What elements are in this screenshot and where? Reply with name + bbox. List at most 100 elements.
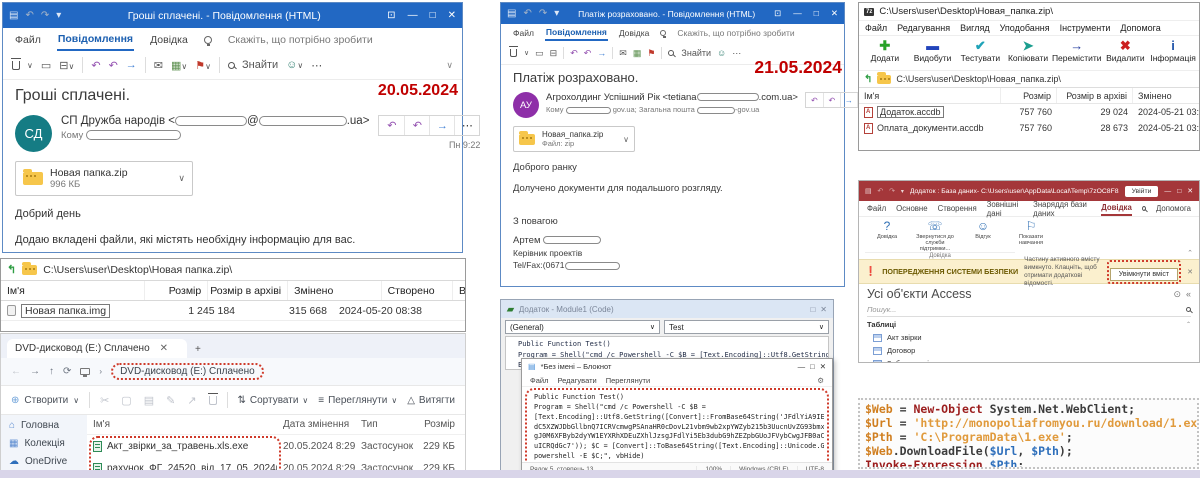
attachment-card[interactable]: Новая папка.zip 996 КБ ∨	[15, 161, 193, 196]
delete-dropdown-icon[interactable]: ∨	[27, 61, 33, 70]
maximize-icon[interactable]: □	[1177, 188, 1181, 195]
maximize-icon[interactable]: □	[810, 305, 815, 314]
title-bar[interactable]: ▤ ↶ ↷ ▾ Гроші сплачені. - Повідомлення (…	[3, 3, 462, 28]
test-button[interactable]: ✔Тестувати	[956, 38, 1004, 63]
tab-file[interactable]: Файл	[15, 34, 41, 46]
menu-view[interactable]: Вигляд	[960, 23, 990, 33]
maximize-icon[interactable]: □	[810, 362, 815, 371]
reply-all-icon[interactable]: ↶	[109, 59, 118, 72]
up-icon[interactable]: ↑	[49, 366, 54, 377]
copy-button[interactable]: ➤Копіювати	[1004, 38, 1052, 63]
mail-icon[interactable]: ✉	[619, 48, 627, 59]
reply-all-icon[interactable]: ↶	[823, 93, 840, 107]
title-bar[interactable]: ▤↶↷▾ Платіж розраховано. - Повідомлення …	[501, 3, 844, 24]
people-icon[interactable]: ☺	[717, 48, 726, 58]
sidebar-item-home[interactable]: ⌂Головна	[9, 420, 87, 431]
close-icon[interactable]: ✕	[820, 305, 827, 314]
close-icon[interactable]: ✕	[448, 10, 456, 21]
minimize-icon[interactable]: —	[793, 8, 802, 19]
sidebar-item-onedrive[interactable]: ☁OneDrive	[9, 456, 87, 467]
reply-all-icon[interactable]: ↶	[584, 48, 592, 59]
attachment-card[interactable]: Новая_папка.zip Файл: zip ∨	[513, 126, 635, 152]
reply-icon[interactable]: ↶	[91, 59, 100, 72]
find-label[interactable]: Знайти	[681, 48, 711, 58]
flag-icon[interactable]: ⚑	[647, 48, 655, 59]
menu-edit[interactable]: Редагувати	[557, 376, 596, 385]
tab-database-tools[interactable]: Знаряддя бази даних	[1033, 200, 1091, 218]
col-size[interactable]: Розмір	[145, 281, 208, 300]
minimize-icon[interactable]: —	[1164, 188, 1171, 195]
address-path[interactable]: DVD-дисковод (Е:) Сплачено	[111, 363, 264, 380]
attachment-dropdown-icon[interactable]: ∨	[178, 173, 185, 184]
view-button[interactable]: ≡Переглянути∨	[318, 395, 397, 406]
quicksteps-icon[interactable]: ▦∨	[171, 59, 187, 72]
tab-home[interactable]: Основне	[896, 204, 927, 213]
extract-button[interactable]: ▬Видобути	[909, 38, 957, 63]
minimize-icon[interactable]: —	[798, 362, 806, 371]
table-row[interactable]: Додаток.accdb 757 760 29 024 2024-05-21 …	[859, 104, 1199, 120]
group-expand-icon[interactable]: ⌃	[1186, 321, 1191, 328]
mail-icon[interactable]: ✉	[154, 59, 163, 72]
qat-customize-icon[interactable]: ▾	[56, 10, 61, 21]
collapse-ribbon-icon[interactable]: ∨	[446, 60, 453, 71]
quicksteps-icon[interactable]: ▦	[633, 48, 642, 59]
forward-icon[interactable]: →	[597, 48, 606, 58]
tab-create[interactable]: Створення	[938, 204, 977, 213]
forward-icon[interactable]: →	[840, 93, 857, 107]
col-name[interactable]: Ім'я	[87, 419, 277, 430]
settings-gear-icon[interactable]: ⚙	[817, 376, 824, 385]
close-icon[interactable]: ✕	[820, 362, 826, 371]
col-modified[interactable]: Дата змінення	[277, 419, 355, 430]
tab-message[interactable]: Повідомлення	[545, 25, 608, 41]
move-icon[interactable]: ⊟∨	[59, 59, 74, 72]
tab-help[interactable]: Довідка	[150, 34, 188, 46]
col-size[interactable]: Розмір	[1001, 88, 1057, 103]
show-training-button[interactable]: ⚐Показати навчання	[1009, 219, 1053, 259]
add-button[interactable]: ✚Додати	[861, 38, 909, 63]
find-label[interactable]: Знайти	[242, 59, 278, 71]
people-icon[interactable]: ☺∨	[286, 59, 303, 71]
avatar[interactable]: АУ	[513, 92, 539, 118]
powershell-snippet[interactable]: $Web = New-Object System.Net.WebClient;$…	[858, 398, 1199, 469]
save-icon[interactable]: ▤	[865, 187, 871, 195]
sort-button[interactable]: ⇅Сортувати∨	[237, 395, 308, 406]
flag-icon[interactable]: ⚑∨	[195, 59, 211, 72]
collapse-ribbon-icon[interactable]: ⌃	[1187, 249, 1193, 257]
cut-icon[interactable]: ✂	[100, 394, 109, 407]
tab-help[interactable]: Довідка	[1101, 201, 1132, 216]
reply-icon[interactable]: ↶	[379, 116, 404, 135]
object-dropdown[interactable]: (General)∨	[505, 320, 660, 334]
info-button[interactable]: iІнформація	[1149, 38, 1197, 63]
forward-icon[interactable]: →	[126, 59, 137, 71]
attachment-dropdown-icon[interactable]: ∨	[623, 135, 629, 144]
menu-tools[interactable]: Інструменти	[1060, 23, 1111, 33]
maximize-icon[interactable]: □	[814, 8, 819, 19]
tab-file[interactable]: Файл	[513, 28, 534, 38]
tellme-label[interactable]: Скажіть, що потрібно зробити	[228, 34, 373, 46]
col-modified[interactable]: Змінено	[1133, 91, 1199, 101]
table-item[interactable]: Акт звірки	[859, 331, 1199, 344]
rename-icon[interactable]: ✎	[166, 394, 175, 407]
menu-edit[interactable]: Редагування	[897, 23, 950, 33]
col-name[interactable]: Ім'я	[1, 281, 145, 300]
new-button[interactable]: ⊕Створити∨	[11, 395, 79, 406]
menu-favorites[interactable]: Уподобання	[1000, 23, 1050, 33]
table-item[interactable]: Договор	[859, 344, 1199, 357]
col-type[interactable]: Тип	[355, 419, 415, 430]
minimize-icon[interactable]: —	[408, 10, 418, 21]
more-commands-icon[interactable]: ⋯	[311, 59, 322, 72]
qat-customize-icon[interactable]: ▾	[901, 188, 904, 195]
delete-button[interactable]: ✖Видалити	[1102, 38, 1150, 63]
dismiss-warning-icon[interactable]: ✕	[1187, 268, 1193, 276]
archive-icon[interactable]: ▭	[535, 48, 544, 59]
file-name[interactable]: Новая папка.img	[21, 304, 110, 318]
col-created[interactable]: Створено	[382, 281, 453, 300]
signin-button[interactable]: Увійти	[1125, 186, 1159, 197]
forward-icon[interactable]: →	[429, 116, 454, 135]
explorer-tab[interactable]: DVD-дисковод (Е:) Сплачено ✕	[7, 339, 187, 358]
save-icon[interactable]: ▤	[9, 10, 18, 21]
avatar[interactable]: СД	[15, 115, 52, 152]
delete-icon[interactable]	[510, 49, 517, 57]
delete-icon[interactable]	[12, 61, 20, 70]
reply-all-icon[interactable]: ↶	[404, 116, 429, 135]
